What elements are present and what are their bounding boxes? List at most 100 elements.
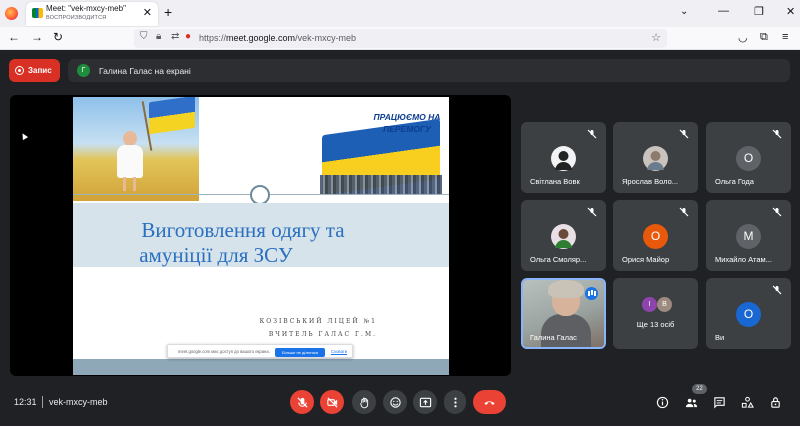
more-options-button[interactable] <box>444 390 466 414</box>
participant-name: Галина Галас <box>530 333 577 342</box>
bookmark-star-icon[interactable]: ☆ <box>651 31 661 44</box>
crowd-image <box>320 175 442 195</box>
mic-off-icon <box>772 207 782 217</box>
back-button[interactable]: ← <box>8 30 20 44</box>
forward-button[interactable]: → <box>31 30 43 44</box>
divider <box>42 396 43 408</box>
raise-hand-button[interactable] <box>352 390 376 414</box>
permissions-icon[interactable]: ⇄ <box>171 31 179 42</box>
participant-name: Ольга Смоляр... <box>530 255 587 264</box>
record-icon <box>15 66 24 75</box>
leave-call-button[interactable] <box>473 390 506 414</box>
url-text[interactable]: https://meet.google.com/vek-mxcy-meb <box>199 33 356 43</box>
self-tile[interactable]: О Ви <box>706 278 791 349</box>
avatar: І <box>642 297 657 312</box>
participant-tile[interactable]: Світлана Вовк <box>521 122 606 193</box>
app-menu-icon[interactable]: ≡ <box>782 31 788 43</box>
avatar <box>551 224 576 249</box>
people-icon <box>685 398 697 407</box>
mic-off-icon <box>679 129 689 139</box>
browser-tab-meet[interactable]: Meet: "vek-mxcy-meb" ВОСПРОИЗВОДИТСЯ ✕ <box>26 2 158 26</box>
school-name: КОЗІВСЬКИЙ ЛІЦЕЙ №1 <box>259 318 377 325</box>
url-domain: meet.google.com <box>226 33 296 43</box>
slide-title: Виготовлення одягу та амуніції для ЗСУ <box>73 218 449 268</box>
camera-off-icon <box>326 396 338 408</box>
mic-off-icon <box>772 129 782 139</box>
speaking-indicator-icon <box>585 287 598 300</box>
mic-off-icon <box>587 129 597 139</box>
chat-button[interactable] <box>711 394 727 410</box>
avatar: О <box>643 224 668 249</box>
participant-name: Ольга Года <box>715 177 754 186</box>
tab-subtitle: ВОСПРОИЗВОДИТСЯ <box>46 15 107 21</box>
microphone-permission-icon[interactable]: ● <box>185 31 191 42</box>
avatar: О <box>736 146 761 171</box>
hang-up-icon <box>484 400 495 405</box>
mic-off-icon <box>772 285 782 295</box>
minimize-button[interactable]: — <box>718 5 729 17</box>
participant-name: Світлана Вовк <box>530 177 580 186</box>
url-bar[interactable]: ⛉ 🔒︎ ⇄ ● https://meet.google.com/vek-mxc… <box>134 29 667 48</box>
ukraine-flag-left <box>149 97 195 135</box>
meeting-code: vek-mxcy-meb <box>49 397 108 407</box>
presenter-banner: Г Галина Галас на екрані <box>68 59 790 82</box>
presentation-stage[interactable]: ПРАЦЮЄМО НА ПЕРЕМОГУ Виготовлення одягу … <box>10 95 511 376</box>
girl-head <box>123 131 137 146</box>
more-participants-label: Ще 13 осіб <box>636 320 675 329</box>
close-window-button[interactable]: ✕ <box>786 5 795 18</box>
reload-button[interactable]: ↻ <box>53 30 63 44</box>
camera-person-body <box>541 314 591 347</box>
hide-notice-link[interactable]: Сховати <box>331 349 347 354</box>
pocket-icon[interactable]: ◡ <box>738 31 748 44</box>
camera-toggle-button[interactable] <box>320 390 344 414</box>
restore-button[interactable]: ❐ <box>754 5 764 18</box>
avatar: М <box>736 224 761 249</box>
mic-off-icon <box>679 207 689 217</box>
presentation-slide: ПРАЦЮЄМО НА ПЕРЕМОГУ Виготовлення одягу … <box>73 97 449 375</box>
participant-tile[interactable]: О Орися Майор <box>613 200 698 271</box>
participant-name: Ви <box>715 333 725 342</box>
presenter-avatar: Г <box>77 64 90 77</box>
participant-tile[interactable]: Ольга Смоляр... <box>521 200 606 271</box>
camera-person-hair <box>548 280 584 298</box>
meeting-details-button[interactable] <box>654 394 670 410</box>
meet-favicon-icon <box>32 8 43 18</box>
present-screen-button[interactable] <box>413 390 437 414</box>
url-path: /vek-mxcy-meb <box>295 33 357 43</box>
share-notice-text: meet.google.com має доступ до вашого екр… <box>178 349 270 354</box>
tab-list-chevron-icon[interactable]: ⌄ <box>680 6 688 17</box>
people-button[interactable] <box>683 394 699 410</box>
present-icon <box>419 397 431 407</box>
recording-button[interactable]: Запис <box>9 59 60 82</box>
new-tab-button[interactable]: + <box>164 4 172 20</box>
reactions-button[interactable] <box>383 390 407 414</box>
mouse-cursor-icon <box>19 131 29 141</box>
screen-share-notice: meet.google.com має доступ до вашого екр… <box>167 344 353 358</box>
lock-icon[interactable]: 🔒︎ <box>156 31 161 42</box>
browser-logo-icon <box>5 7 18 20</box>
avatar <box>643 146 668 171</box>
slide-title-line1: Виготовлення одягу та <box>141 218 345 242</box>
browser-tab-bar: Meet: "vek-mxcy-meb" ВОСПРОИЗВОДИТСЯ ✕ +… <box>0 0 800 27</box>
tab-close-icon[interactable]: ✕ <box>143 6 152 19</box>
slide-circle-ornament <box>250 185 270 205</box>
mic-toggle-button[interactable] <box>290 390 314 414</box>
participant-name: Орися Майор <box>622 255 670 264</box>
shield-icon[interactable]: ⛉ <box>140 31 148 42</box>
people-count-badge: 22 <box>692 384 707 394</box>
activities-button[interactable] <box>739 394 755 410</box>
host-controls-button[interactable] <box>767 394 783 410</box>
extensions-icon[interactable]: ⧉ <box>760 31 768 44</box>
participant-tile[interactable]: Ярослав Воло... <box>613 122 698 193</box>
more-participants-tile[interactable]: І В Ще 13 осіб <box>613 278 698 349</box>
participant-tile[interactable]: О Ольга Года <box>706 122 791 193</box>
teacher-name: ВЧИТЕЛЬ ГАЛАС Г.М. <box>268 331 377 338</box>
participant-tile-speaking[interactable]: Галина Галас <box>521 278 606 349</box>
url-prefix: https:// <box>199 33 227 43</box>
avatar <box>551 146 576 171</box>
stop-sharing-button[interactable]: Більше не ділитися <box>275 347 325 357</box>
shapes-icon <box>741 396 754 408</box>
participant-name: Ярослав Воло... <box>622 177 679 186</box>
participant-tile[interactable]: М Михайло Атам... <box>706 200 791 271</box>
hand-icon <box>359 397 368 408</box>
